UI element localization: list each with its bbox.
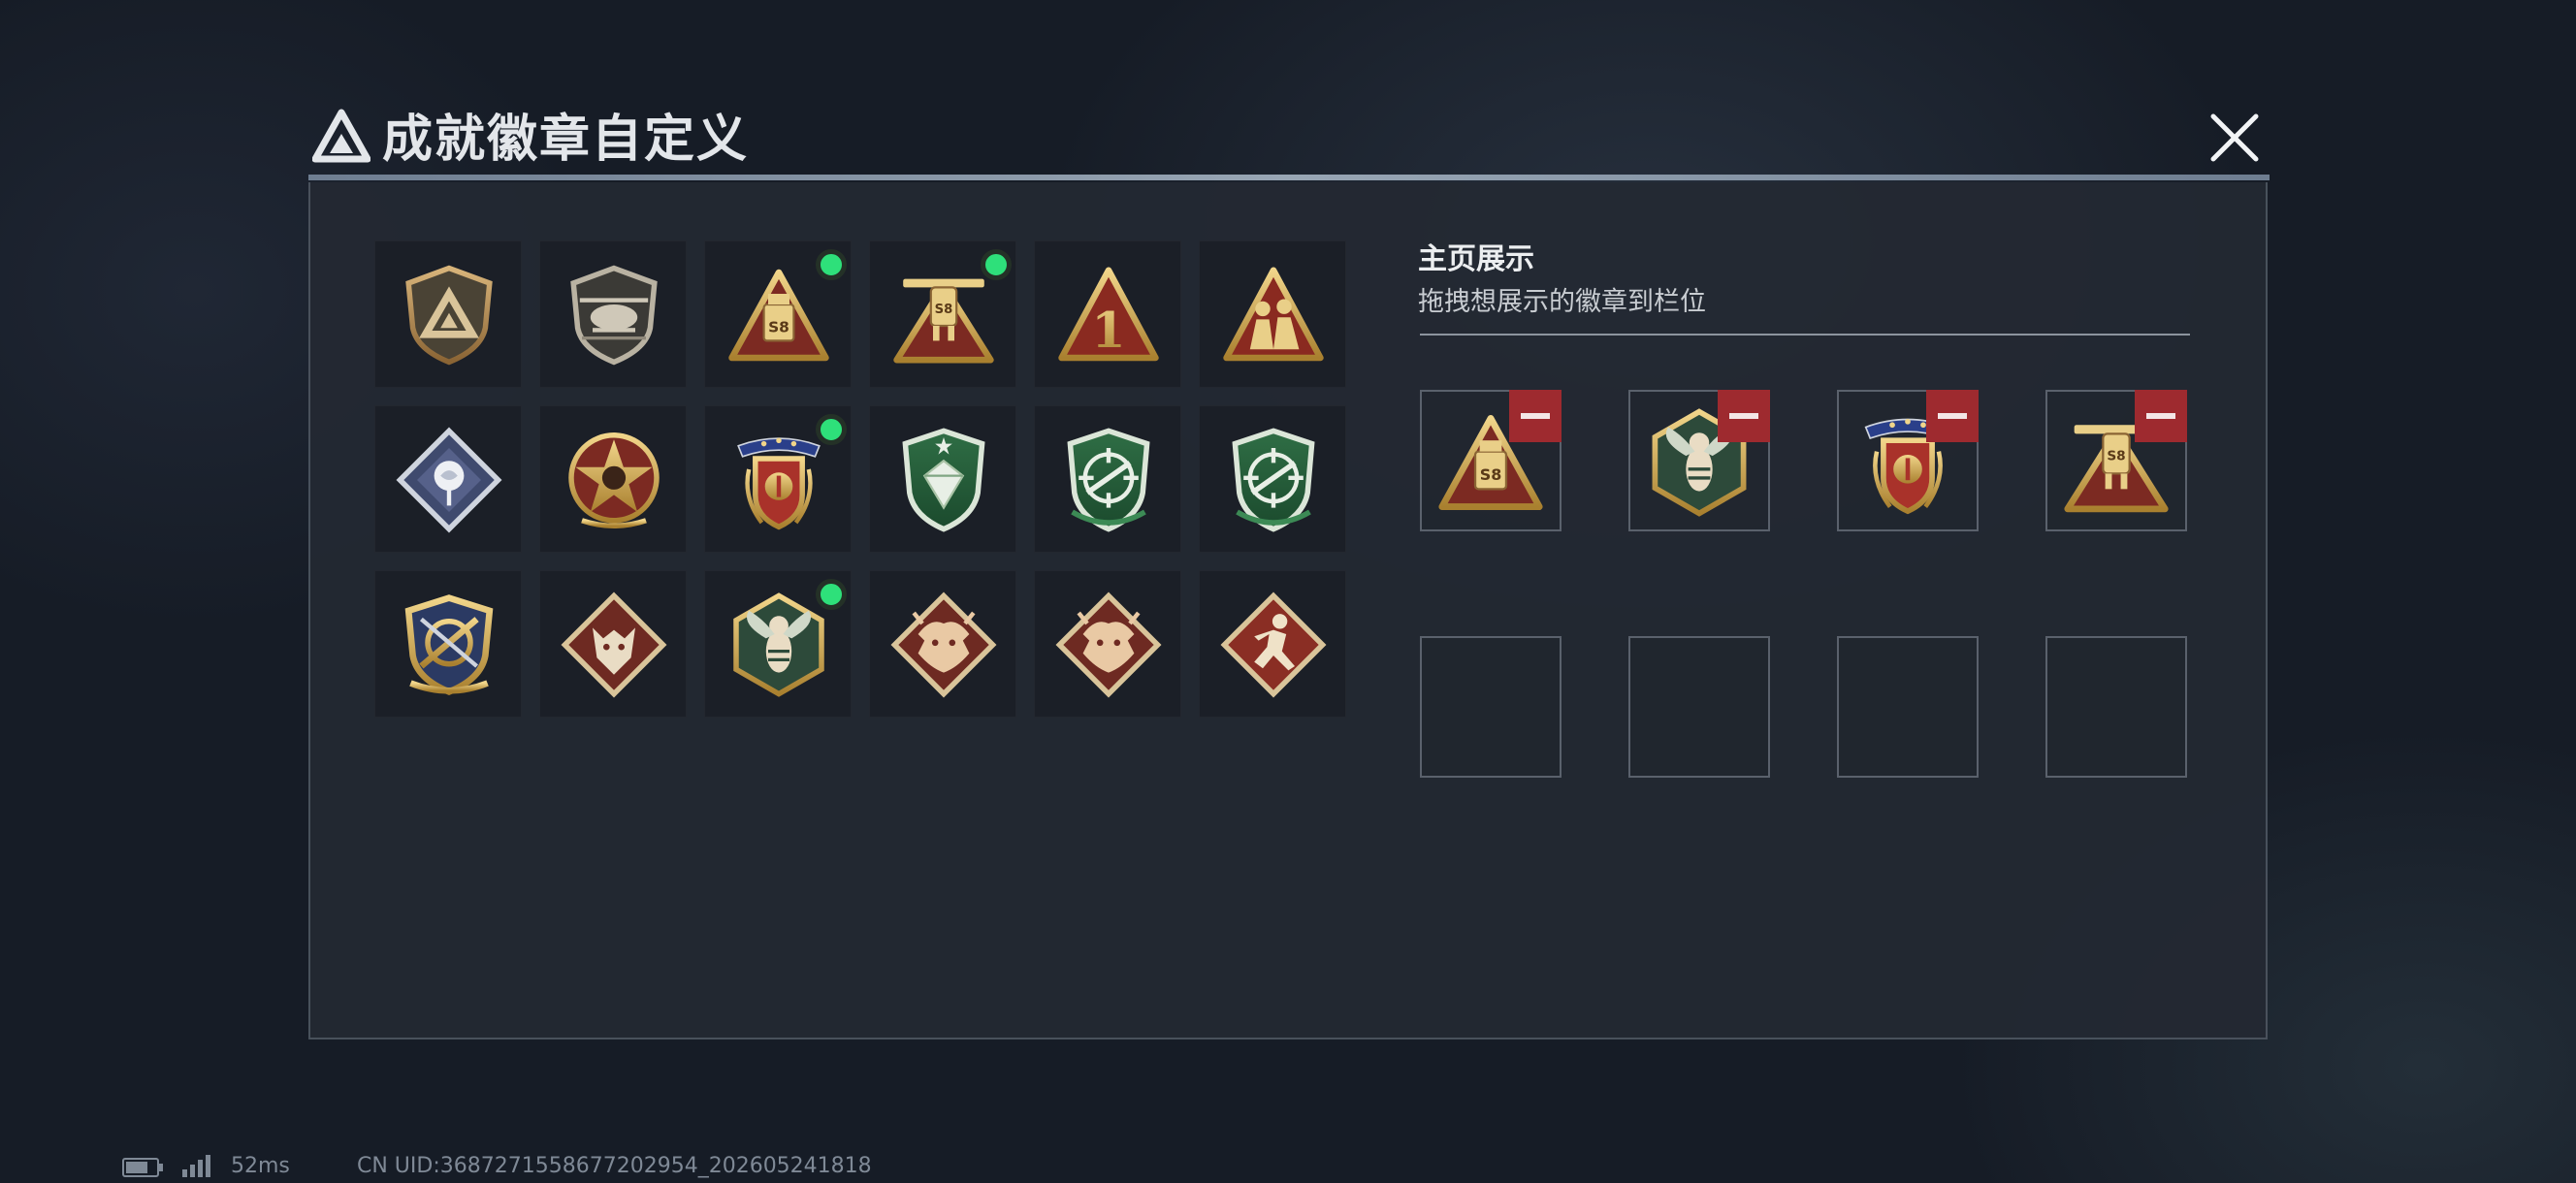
minus-icon[interactable] <box>2135 390 2187 442</box>
s8-robot-triangle-badge-icon <box>890 262 997 368</box>
badge-cell[interactable] <box>704 240 852 388</box>
showcase-title: 主页展示 <box>1418 242 1534 276</box>
header-divider <box>308 175 2270 180</box>
badge-cell[interactable] <box>869 240 1016 388</box>
showcase-slot[interactable] <box>1837 390 1979 531</box>
soldiers-triangle-badge-icon <box>1220 262 1327 368</box>
badge-inventory-grid <box>374 240 1346 718</box>
number-one-triangle-badge-icon <box>1055 262 1162 368</box>
badge-cell[interactable] <box>539 240 687 388</box>
badge-cell[interactable] <box>1199 240 1346 388</box>
crosshair-green-shield-alt-badge-icon <box>1220 427 1327 533</box>
badge-cell[interactable] <box>704 405 852 553</box>
crosshair-green-shield-badge-icon <box>1055 427 1162 533</box>
new-indicator-dot <box>981 249 1012 280</box>
tri-emblem-shield-badge-icon <box>396 262 502 368</box>
showcase-slot-empty[interactable] <box>2045 636 2187 778</box>
minus-icon[interactable] <box>1718 390 1770 442</box>
badge-cell[interactable] <box>1199 405 1346 553</box>
wasp-hexagon-badge-icon <box>725 592 832 698</box>
triangle-logo-icon <box>312 109 370 163</box>
badge-cell[interactable] <box>374 405 522 553</box>
badge-cell[interactable] <box>539 570 687 718</box>
helicopter-shield-badge-icon <box>561 262 667 368</box>
new-indicator-dot <box>816 414 847 445</box>
badge-cell[interactable] <box>1034 240 1181 388</box>
dragon-diamond-alt-badge-icon <box>1055 592 1162 698</box>
rose-diamond-badge-icon <box>396 427 502 533</box>
badge-cell[interactable] <box>374 240 522 388</box>
runner-diamond-badge-icon <box>1220 592 1327 698</box>
battery-icon <box>122 1158 163 1177</box>
showcase-subtitle: 拖拽想展示的徽章到栏位 <box>1418 287 1706 317</box>
showcase-slot[interactable] <box>1628 390 1770 531</box>
new-indicator-dot <box>816 579 847 610</box>
badge-cell[interactable] <box>1034 405 1181 553</box>
badge-cell[interactable] <box>869 570 1016 718</box>
dialog-title: 成就徽章自定义 <box>382 111 750 169</box>
star-skull-medal-badge-icon <box>561 427 667 533</box>
wolf-diamond-badge-icon <box>561 592 667 698</box>
badge-cell[interactable] <box>704 570 852 718</box>
new-indicator-dot <box>816 249 847 280</box>
showcase-slot[interactable] <box>1420 390 1562 531</box>
crossed-rifles-gold-shield-badge-icon <box>396 592 502 698</box>
minus-icon[interactable] <box>1926 390 1979 442</box>
showcase-slot-empty[interactable] <box>1420 636 1562 778</box>
s8-triangle-badge-icon <box>725 262 832 368</box>
badge-cell[interactable] <box>869 405 1016 553</box>
laurel-ribbon-medal-badge-icon <box>725 427 832 533</box>
badge-cell[interactable] <box>539 405 687 553</box>
ping-readout: 52ms <box>231 1154 290 1178</box>
minus-icon[interactable] <box>1509 390 1562 442</box>
showcase-slot[interactable] <box>2045 390 2187 531</box>
close-icon[interactable] <box>2207 111 2262 165</box>
user-uid: CN UID:3687271558677202954_202605241818 <box>357 1154 872 1178</box>
showcase-divider <box>1420 334 2190 336</box>
signal-icon <box>182 1155 210 1177</box>
gem-green-shield-badge-icon <box>890 427 997 533</box>
status-bar: 52ms CN UID:3687271558677202954_20260524… <box>122 1154 1286 1179</box>
dialog-header: 成就徽章自定义 <box>308 101 2268 178</box>
dragon-diamond-badge-icon <box>890 592 997 698</box>
badge-cell[interactable] <box>374 570 522 718</box>
showcase-slot-empty[interactable] <box>1628 636 1770 778</box>
badge-cell[interactable] <box>1034 570 1181 718</box>
badge-cell[interactable] <box>1199 570 1346 718</box>
showcase-slot-grid <box>1420 390 2196 778</box>
showcase-slot-empty[interactable] <box>1837 636 1979 778</box>
